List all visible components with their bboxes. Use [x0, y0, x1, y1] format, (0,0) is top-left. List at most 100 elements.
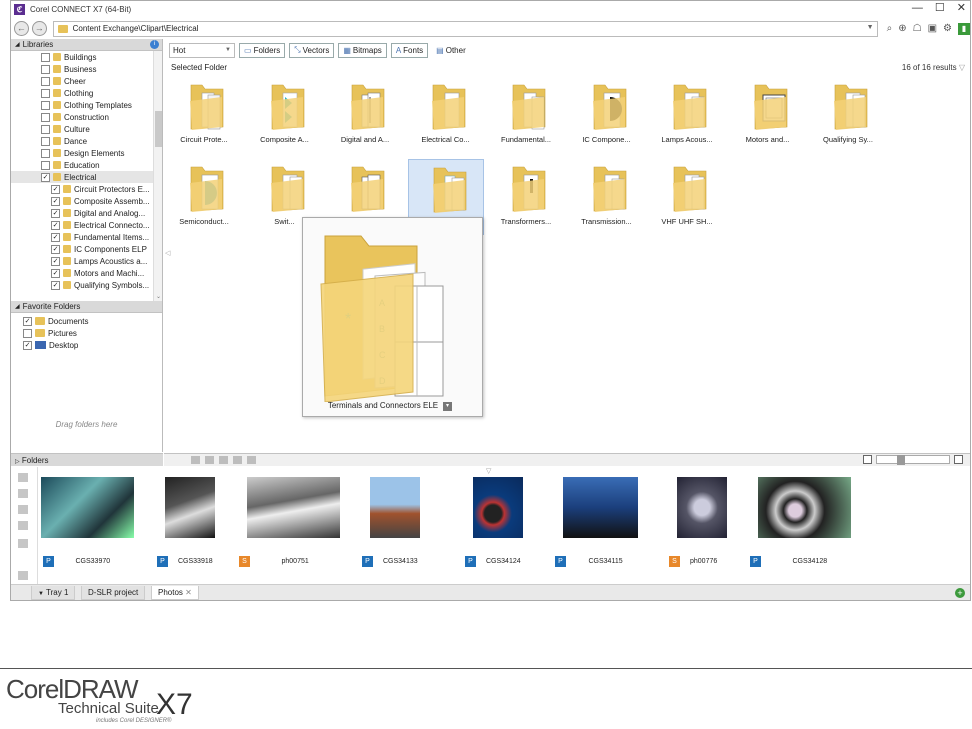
library-item[interactable]: Design Elements: [11, 147, 162, 159]
library-checkbox[interactable]: [41, 64, 50, 74]
other-filter-button[interactable]: ▤ Other: [432, 42, 470, 58]
library-checkbox[interactable]: ✓: [51, 220, 60, 230]
folder-item[interactable]: VHF UHF SH...: [649, 159, 725, 235]
folder-item[interactable]: Semiconduct...: [166, 159, 242, 235]
folder-item[interactable]: IC Compone...: [569, 77, 645, 153]
collapse-left-icon[interactable]: ◁: [165, 249, 170, 257]
scroll-down-icon[interactable]: ⌄: [154, 293, 162, 300]
library-item[interactable]: ✓ Electrical: [11, 171, 162, 183]
thumbnail-view-icon[interactable]: [863, 455, 872, 464]
folders-filter-button[interactable]: ▭ Folders: [239, 42, 286, 58]
library-item[interactable]: Buildings: [11, 51, 162, 63]
library-checkbox[interactable]: ✓: [51, 268, 60, 278]
library-checkbox[interactable]: ✓: [51, 232, 60, 242]
library-checkbox[interactable]: ✓: [51, 196, 60, 206]
library-item[interactable]: Clothing Templates: [11, 99, 162, 111]
add-tray-button[interactable]: +: [955, 588, 965, 598]
tab-dslr-project[interactable]: D-SLR project: [81, 586, 146, 600]
library-checkbox[interactable]: [41, 52, 50, 62]
library-checkbox[interactable]: ✓: [51, 184, 60, 194]
library-item[interactable]: Clothing: [11, 87, 162, 99]
photo-thumbnail[interactable]: [41, 477, 134, 538]
library-checkbox[interactable]: [41, 160, 50, 170]
library-checkbox[interactable]: ✓: [51, 280, 60, 290]
zoom-slider[interactable]: [876, 455, 950, 465]
info-icon[interactable]: ▾: [443, 402, 452, 411]
library-checkbox[interactable]: ✓: [51, 244, 60, 254]
tray-tool-icon[interactable]: [205, 456, 214, 464]
library-item[interactable]: Education: [11, 159, 162, 171]
tray-side-icon[interactable]: [18, 505, 28, 514]
tray-side-icon[interactable]: [18, 489, 28, 498]
sort-dropdown[interactable]: Hot ▼: [169, 42, 235, 58]
forward-button[interactable]: →: [31, 21, 47, 36]
folder-item[interactable]: Circuit Prote...: [166, 77, 242, 153]
libraries-header[interactable]: ◢ Libraries i: [11, 39, 162, 51]
bitmaps-filter-button[interactable]: ▦ Bitmaps: [338, 42, 387, 58]
share-icon[interactable]: ☖: [913, 23, 922, 35]
web-search-icon[interactable]: ⊕: [898, 23, 906, 35]
search-icon[interactable]: ⌕: [887, 23, 893, 35]
close-button[interactable]: ✕: [957, 1, 966, 15]
path-field[interactable]: Content Exchange\Clipart\Electrical ▼: [52, 20, 878, 37]
folder-item[interactable]: Electrical Co...: [408, 77, 484, 153]
folder-item[interactable]: Qualifying Sy...: [810, 77, 886, 153]
favorite-checkbox[interactable]: ✓: [23, 340, 32, 350]
export-icon[interactable]: ▮: [957, 22, 970, 35]
vectors-filter-button[interactable]: ⤡ Vectors: [289, 42, 335, 58]
library-item[interactable]: Construction: [11, 111, 162, 123]
info-icon[interactable]: i: [150, 40, 159, 49]
library-checkbox[interactable]: [41, 148, 50, 158]
library-subitem[interactable]: ✓ Fundamental Items...: [11, 231, 162, 243]
folder-item[interactable]: Fundamental...: [488, 77, 564, 153]
tray-side-icon[interactable]: [18, 539, 28, 548]
library-checkbox[interactable]: [41, 100, 50, 110]
back-button[interactable]: ←: [14, 21, 29, 36]
library-subitem[interactable]: ✓ Circuit Protectors E...: [11, 183, 162, 195]
library-checkbox[interactable]: ✓: [51, 208, 60, 218]
chevron-down-icon[interactable]: ▼: [867, 24, 874, 31]
minimize-button[interactable]: —: [912, 1, 923, 15]
favorite-item[interactable]: Pictures: [11, 327, 162, 339]
library-checkbox[interactable]: ✓: [41, 172, 50, 182]
tray-tool-icon[interactable]: [233, 456, 242, 464]
tray-side-icon[interactable]: [18, 521, 28, 530]
photo-thumbnail[interactable]: [758, 477, 851, 538]
library-item[interactable]: Dance: [11, 135, 162, 147]
fonts-filter-button[interactable]: A Fonts: [390, 42, 429, 58]
tray-collapse-icon[interactable]: ▽: [486, 467, 491, 475]
favorite-checkbox[interactable]: ✓: [23, 316, 32, 326]
photo-thumbnail[interactable]: [247, 477, 340, 538]
tree-scrollbar[interactable]: ⌄: [153, 51, 162, 301]
folder-item[interactable]: Composite A...: [247, 77, 323, 153]
photo-thumbnail[interactable]: [473, 477, 523, 538]
library-checkbox[interactable]: [41, 124, 50, 134]
library-checkbox[interactable]: [41, 136, 50, 146]
tab-photos[interactable]: Photos ✕: [151, 586, 199, 600]
photo-thumbnail[interactable]: [165, 477, 215, 538]
photo-thumbnail[interactable]: [677, 477, 727, 538]
library-subitem[interactable]: ✓ Lamps Acoustics a...: [11, 255, 162, 267]
library-checkbox[interactable]: [41, 76, 50, 86]
scroll-thumb[interactable]: [155, 111, 162, 147]
tray-side-icon[interactable]: [18, 571, 28, 580]
photo-thumbnail[interactable]: [370, 477, 420, 538]
tray-icon[interactable]: ▣: [928, 23, 937, 35]
close-icon[interactable]: ✕: [185, 588, 192, 597]
photo-thumbnail[interactable]: [563, 477, 638, 538]
favorite-checkbox[interactable]: [23, 328, 32, 338]
chevron-down-icon[interactable]: ▽: [959, 63, 965, 72]
library-subitem[interactable]: ✓ IC Components ELP: [11, 243, 162, 255]
tab-tray-1[interactable]: ▼ Tray 1: [31, 586, 76, 600]
tray-side-icon[interactable]: [18, 473, 28, 482]
library-item[interactable]: Business: [11, 63, 162, 75]
gear-icon[interactable]: ⚙: [943, 23, 952, 35]
tray-tool-icon[interactable]: [247, 456, 256, 464]
tray-tool-icon[interactable]: [191, 456, 200, 464]
zoom-slider-knob[interactable]: [897, 455, 905, 465]
library-checkbox[interactable]: ✓: [51, 256, 60, 266]
folder-item[interactable]: Lamps Acous...: [649, 77, 725, 153]
library-checkbox[interactable]: [41, 88, 50, 98]
favorite-item[interactable]: ✓ Desktop: [11, 339, 162, 351]
library-subitem[interactable]: ✓ Digital and Analog...: [11, 207, 162, 219]
